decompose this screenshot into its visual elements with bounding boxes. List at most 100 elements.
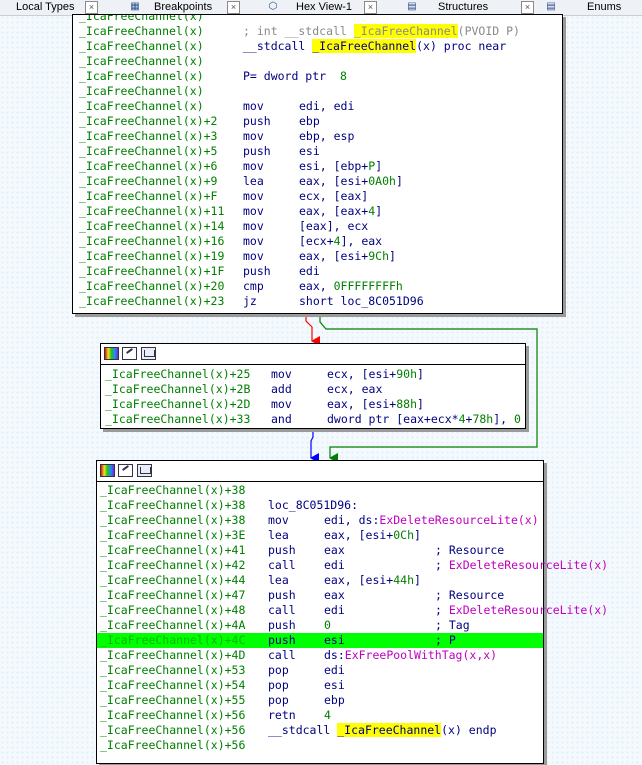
instruction-mnemonic[interactable]: mov	[243, 159, 264, 174]
code-line[interactable]: _IcaFreeChannel(x)	[73, 54, 562, 69]
instruction-mnemonic[interactable]: push	[268, 588, 296, 603]
code-line[interactable]: _IcaFreeChannel(x)+4A push 0 ; Tag	[97, 618, 543, 633]
instruction-mnemonic[interactable]: add	[271, 382, 292, 397]
instruction-mnemonic[interactable]: and	[271, 412, 292, 427]
instruction-mnemonic[interactable]: retn	[268, 708, 296, 723]
code-line[interactable]: _IcaFreeChannel(x)+54 pop esi	[97, 678, 543, 693]
instruction-operands[interactable]: eax, [esi+9Ch]	[299, 249, 396, 264]
code-line[interactable]: _IcaFreeChannel(x)+5 push esi	[73, 144, 562, 159]
instruction-mnemonic[interactable]: mov	[271, 367, 292, 382]
code-line[interactable]: _IcaFreeChannel(x)+3E lea eax, [esi+0Ch]	[97, 528, 543, 543]
instruction-operands[interactable]: esi, [ebp+P]	[299, 159, 382, 174]
instruction-operands[interactable]: dword ptr [eax+ecx*4+78h], 0	[327, 412, 521, 427]
instruction-operands[interactable]: 4	[324, 708, 331, 723]
code-line[interactable]: _IcaFreeChannel(x)+4D call ds:ExFreePoolWi…	[97, 648, 543, 663]
code-directive[interactable]: P= dword ptr 8	[243, 69, 347, 84]
instruction-operands[interactable]: edi	[299, 264, 320, 279]
color-icon[interactable]	[100, 464, 115, 477]
instruction-operands[interactable]: esi	[324, 678, 345, 693]
code-line[interactable]: _IcaFreeChannel(x)+48 call edi ; ExDeleteRe…	[97, 603, 608, 618]
code-line[interactable]: _IcaFreeChannel(x) P= dword ptr 8	[73, 69, 562, 84]
code-line[interactable]: _IcaFreeChannel(x)+56 retn 4	[97, 708, 543, 723]
instruction-mnemonic[interactable]: push	[243, 144, 271, 159]
instruction-mnemonic[interactable]: mov	[243, 129, 264, 144]
code-directive[interactable]: __stdcall _IcaFreeChannel(x) proc near	[243, 39, 506, 54]
code-line[interactable]: _IcaFreeChannel(x)+19 mov eax, [esi+9Ch]	[73, 249, 562, 264]
function-name-highlight[interactable]: _IcaFreeChannel	[353, 24, 458, 38]
code-line[interactable]: _IcaFreeChannel(x) mov edi, edi	[73, 99, 562, 114]
function-name-highlight[interactable]: _IcaFreeChannel	[337, 723, 442, 737]
import-reference[interactable]: ExDeleteResourceLite(x)	[379, 513, 538, 527]
code-line[interactable]: _IcaFreeChannel(x)+2D mov eax, [esi+88h]	[101, 397, 525, 412]
instruction-mnemonic[interactable]: mov	[243, 219, 264, 234]
code-line[interactable]: _IcaFreeChannel(x)+1F push edi	[73, 264, 562, 279]
instruction-operands[interactable]: [ecx+4], eax	[299, 234, 382, 249]
instruction-mnemonic[interactable]: pop	[268, 663, 289, 678]
rename-icon[interactable]	[122, 347, 137, 360]
code-line[interactable]: _IcaFreeChannel(x)+38	[97, 483, 543, 498]
instruction-mnemonic[interactable]: cmp	[243, 279, 264, 294]
instruction-operands[interactable]: [eax], ecx	[299, 219, 368, 234]
instruction-mnemonic[interactable]: lea	[268, 528, 289, 543]
rename-icon[interactable]	[118, 464, 133, 477]
instruction-mnemonic[interactable]: jz	[243, 294, 257, 309]
instruction-operands[interactable]: edi, ds:ExDeleteResourceLite(x)	[324, 513, 539, 528]
code-line[interactable]: _IcaFreeChannel(x)+33 and dword ptr [eax+e…	[101, 412, 525, 427]
code-line[interactable]: _IcaFreeChannel(x)+38 mov edi, ds:ExDelete…	[97, 513, 543, 528]
code-line[interactable]: _IcaFreeChannel(x)+25 mov ecx, [esi+90h]	[101, 367, 525, 382]
code-line[interactable]: _IcaFreeChannel(x)+44 lea eax, [esi+44h]	[97, 573, 543, 588]
instruction-operands[interactable]: short loc_8C051D96	[299, 294, 424, 309]
code-line[interactable]: _IcaFreeChannel(x)+6 mov esi, [ebp+P]	[73, 159, 562, 174]
instruction-operands[interactable]: esi	[299, 144, 320, 159]
instruction-operands[interactable]: ecx, eax	[327, 382, 382, 397]
import-reference[interactable]: ExFreePoolWithTag(x,x)	[345, 648, 497, 662]
instruction-mnemonic[interactable]: mov	[271, 397, 292, 412]
code-line[interactable]: _IcaFreeChannel(x)+3 mov ebp, esp	[73, 129, 562, 144]
instruction-mnemonic[interactable]: pop	[268, 693, 289, 708]
code-line[interactable]: _IcaFreeChannel(x)+23 jz short loc_8C051D9…	[73, 294, 562, 309]
instruction-mnemonic[interactable]: lea	[268, 573, 289, 588]
instruction-operands[interactable]: ecx, [esi+90h]	[327, 367, 424, 382]
code-line[interactable]: _IcaFreeChannel(x)+53 pop edi	[97, 663, 543, 678]
group-icon[interactable]	[137, 464, 152, 477]
instruction-mnemonic[interactable]: push	[268, 633, 296, 648]
instruction-mnemonic[interactable]: call	[268, 648, 296, 663]
code-line[interactable]: _IcaFreeChannel(x)+16 mov [ecx+4], eax	[73, 234, 562, 249]
instruction-mnemonic[interactable]: mov	[268, 513, 289, 528]
code-line[interactable]: _IcaFreeChannel(x) __stdcall _IcaFreeChan…	[73, 39, 562, 54]
code-line[interactable]: _IcaFreeChannel(x)+2B add ecx, eax	[101, 382, 525, 397]
instruction-operands[interactable]: 0	[324, 618, 331, 633]
graph-node-3[interactable]: _IcaFreeChannel(x)+38 _IcaFreeChannel(x)+…	[96, 460, 608, 764]
code-directive[interactable]: ; int __stdcall _IcaFreeChannel(PVOID P)	[243, 24, 520, 39]
code-line[interactable]: _IcaFreeChannel(x)+11 mov eax, [eax+4]	[73, 204, 562, 219]
code-directive[interactable]: __stdcall _IcaFreeChannel(x) endp	[268, 723, 497, 738]
code-line[interactable]: _IcaFreeChannel(x)+41 push eax ; Resource	[97, 543, 543, 558]
code-line[interactable]: _IcaFreeChannel(x)+14 mov [eax], ecx	[73, 219, 562, 234]
code-line[interactable]: _IcaFreeChannel(x)+9 lea eax, [esi+0A0h]	[73, 174, 562, 189]
instruction-operands[interactable]: ebp	[324, 693, 345, 708]
instruction-operands[interactable]: eax	[324, 543, 345, 558]
code-line[interactable]: _IcaFreeChannel(x)+42 call edi ; ExDeleteRe…	[97, 558, 608, 573]
code-line[interactable]: _IcaFreeChannel(x)+F mov ecx, [eax]	[73, 189, 562, 204]
instruction-operands[interactable]: eax, [eax+4]	[299, 204, 382, 219]
instruction-mnemonic[interactable]: mov	[243, 249, 264, 264]
code-line[interactable]: _IcaFreeChannel(x)+56 __stdcall _IcaFreeC…	[97, 723, 543, 738]
instruction-operands[interactable]: ebp	[299, 114, 320, 129]
code-line[interactable]: _IcaFreeChannel(x)+47 push eax ; Resource	[97, 588, 543, 603]
instruction-operands[interactable]: eax, 0FFFFFFFFh	[299, 279, 403, 294]
instruction-operands[interactable]: eax, [esi+0A0h]	[299, 174, 403, 189]
instruction-mnemonic[interactable]: call	[268, 603, 296, 618]
code-line[interactable]: _IcaFreeChannel(x)+20 cmp eax, 0FFFFFFFFh	[73, 279, 562, 294]
instruction-operands[interactable]: eax, [esi+44h]	[324, 573, 421, 588]
instruction-mnemonic[interactable]: mov	[243, 189, 264, 204]
prototype-args[interactable]: (PVOID P)	[458, 24, 520, 38]
instruction-operands[interactable]: edi, edi	[299, 99, 354, 114]
instruction-mnemonic[interactable]: push	[243, 264, 271, 279]
instruction-mnemonic[interactable]: mov	[243, 234, 264, 249]
code-line[interactable]: _IcaFreeChannel(x)+55 pop ebp	[97, 693, 543, 708]
instruction-operands[interactable]: edi	[324, 663, 345, 678]
instruction-mnemonic[interactable]: push	[268, 543, 296, 558]
instruction-mnemonic[interactable]: push	[268, 618, 296, 633]
instruction-mnemonic[interactable]: mov	[243, 99, 264, 114]
color-icon[interactable]	[104, 347, 119, 360]
